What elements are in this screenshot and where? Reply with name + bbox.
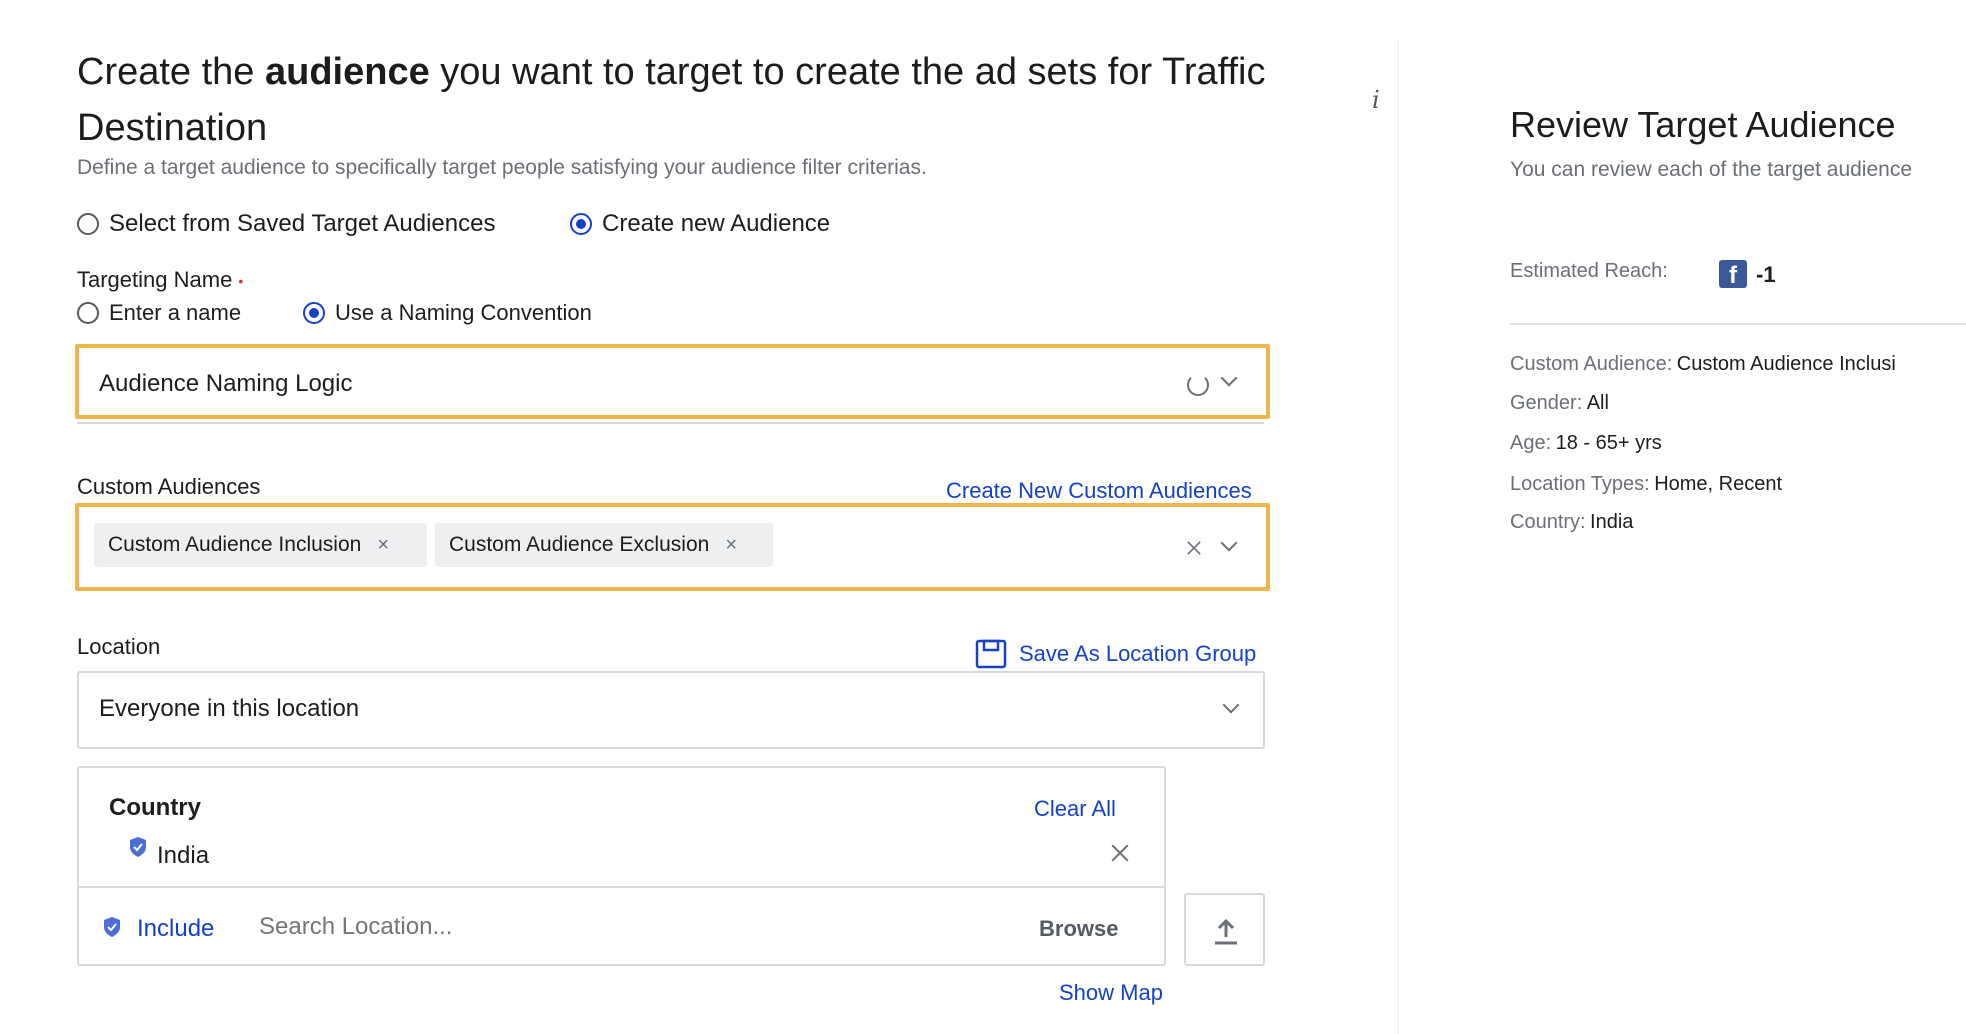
chip-remove-icon[interactable]: ×: [725, 534, 737, 557]
save-floppy-icon: [975, 639, 1007, 669]
review-value: All: [1586, 392, 1609, 414]
review-value: India: [1590, 511, 1634, 533]
location-search-row: Include Browse: [77, 886, 1166, 966]
include-shield-icon: [104, 917, 120, 937]
custom-audiences-label: Custom Audiences: [77, 474, 261, 499]
estimated-reach-label: Estimated Reach:: [1510, 260, 1668, 282]
review-value: Home, Recent: [1654, 473, 1783, 495]
radio-selected-icon: [303, 302, 325, 324]
remove-country-icon[interactable]: [1109, 842, 1131, 864]
save-location-group-label: Save As Location Group: [1019, 641, 1257, 666]
radio-circle-icon: [77, 302, 99, 324]
required-indicator: •: [238, 273, 244, 290]
review-age: Age: 18 - 65+ yrs: [1510, 432, 1662, 455]
radio-enter-name-label: Enter a name: [109, 300, 242, 325]
chevron-down-icon[interactable]: [1222, 696, 1240, 714]
review-value: 18 - 65+ yrs: [1555, 432, 1662, 454]
upload-icon: [1215, 918, 1237, 945]
review-gender: Gender: All: [1510, 392, 1609, 415]
loading-spinner-icon: [1187, 374, 1209, 396]
chevron-down-icon[interactable]: [1220, 534, 1238, 552]
country-heading: Country: [109, 794, 201, 821]
chip-remove-icon[interactable]: ×: [377, 534, 389, 557]
chip-custom-audience-exclusion: Custom Audience Exclusion ×: [435, 523, 773, 567]
review-label: Location Types:: [1510, 473, 1650, 495]
chip-label: Custom Audience Exclusion: [449, 533, 710, 556]
country-panel: Country Clear All India: [77, 766, 1166, 890]
radio-create-new-label: Create new Audience: [602, 210, 831, 237]
location-type-value: Everyone in this location: [99, 695, 360, 722]
location-pin-icon: [130, 837, 146, 857]
clear-all-link[interactable]: Clear All: [1034, 796, 1116, 822]
search-location-input[interactable]: [257, 904, 861, 950]
include-toggle[interactable]: Include: [137, 915, 214, 943]
page-title: Create the audience you want to target t…: [77, 44, 1277, 156]
show-map-link[interactable]: Show Map: [1059, 980, 1163, 1006]
review-value: Custom Audience Inclusi: [1676, 353, 1896, 375]
review-label: Country:: [1510, 511, 1586, 533]
targeting-name-label: Targeting Name •: [77, 267, 243, 293]
create-custom-audiences-link[interactable]: Create New Custom Audiences: [946, 478, 1252, 504]
radio-naming-convention-label: Use a Naming Convention: [335, 300, 592, 325]
review-country: Country: India: [1510, 511, 1633, 534]
radio-create-new-audience[interactable]: Create new Audience: [570, 210, 830, 238]
review-label: Age:: [1510, 432, 1552, 454]
facebook-icon: f: [1719, 260, 1747, 289]
estimated-reach-value: -1: [1756, 262, 1776, 287]
radio-saved-audiences-label: Select from Saved Target Audiences: [109, 210, 496, 237]
location-label: Location: [77, 634, 161, 659]
panel-divider: [1398, 40, 1399, 1034]
review-custom-audience: Custom Audience: Custom Audience Inclusi: [1510, 353, 1896, 376]
selected-country-india: India: [157, 842, 210, 869]
radio-saved-audiences[interactable]: Select from Saved Target Audiences: [77, 210, 495, 238]
review-divider: [1510, 323, 1966, 325]
clear-selection-icon[interactable]: [1185, 539, 1203, 557]
review-label: Custom Audience:: [1510, 353, 1673, 375]
radio-enter-name[interactable]: Enter a name: [77, 300, 241, 326]
info-icon[interactable]: i: [1372, 86, 1380, 114]
naming-logic-select[interactable]: Audience Naming Logic: [75, 344, 1270, 419]
review-subtitle: You can review each of the target audien…: [1510, 158, 1913, 181]
page-subtitle: Define a target audience to specifically…: [77, 156, 927, 179]
radio-circle-icon: [77, 213, 99, 235]
review-title: Review Target Audience: [1510, 104, 1896, 145]
radio-naming-convention[interactable]: Use a Naming Convention: [303, 300, 592, 326]
upload-locations-button[interactable]: [1184, 893, 1265, 966]
targeting-name-label-text: Targeting Name: [77, 267, 233, 292]
naming-logic-value: Audience Naming Logic: [99, 370, 353, 397]
save-location-group-link[interactable]: Save As Location Group: [975, 639, 1256, 669]
title-text-start: Create the: [77, 51, 265, 93]
radio-selected-icon: [570, 213, 592, 235]
chip-label: Custom Audience Inclusion: [108, 533, 362, 556]
chevron-down-icon[interactable]: [1220, 369, 1238, 387]
location-type-select[interactable]: Everyone in this location: [77, 671, 1265, 749]
review-label: Gender:: [1510, 392, 1583, 414]
custom-audiences-select[interactable]: Custom Audience Inclusion × Custom Audie…: [75, 503, 1270, 591]
review-location-types: Location Types: Home, Recent: [1510, 473, 1782, 496]
browse-button[interactable]: Browse: [1039, 916, 1118, 942]
title-text-bold: audience: [265, 51, 430, 93]
chip-custom-audience-inclusion: Custom Audience Inclusion ×: [94, 523, 427, 567]
